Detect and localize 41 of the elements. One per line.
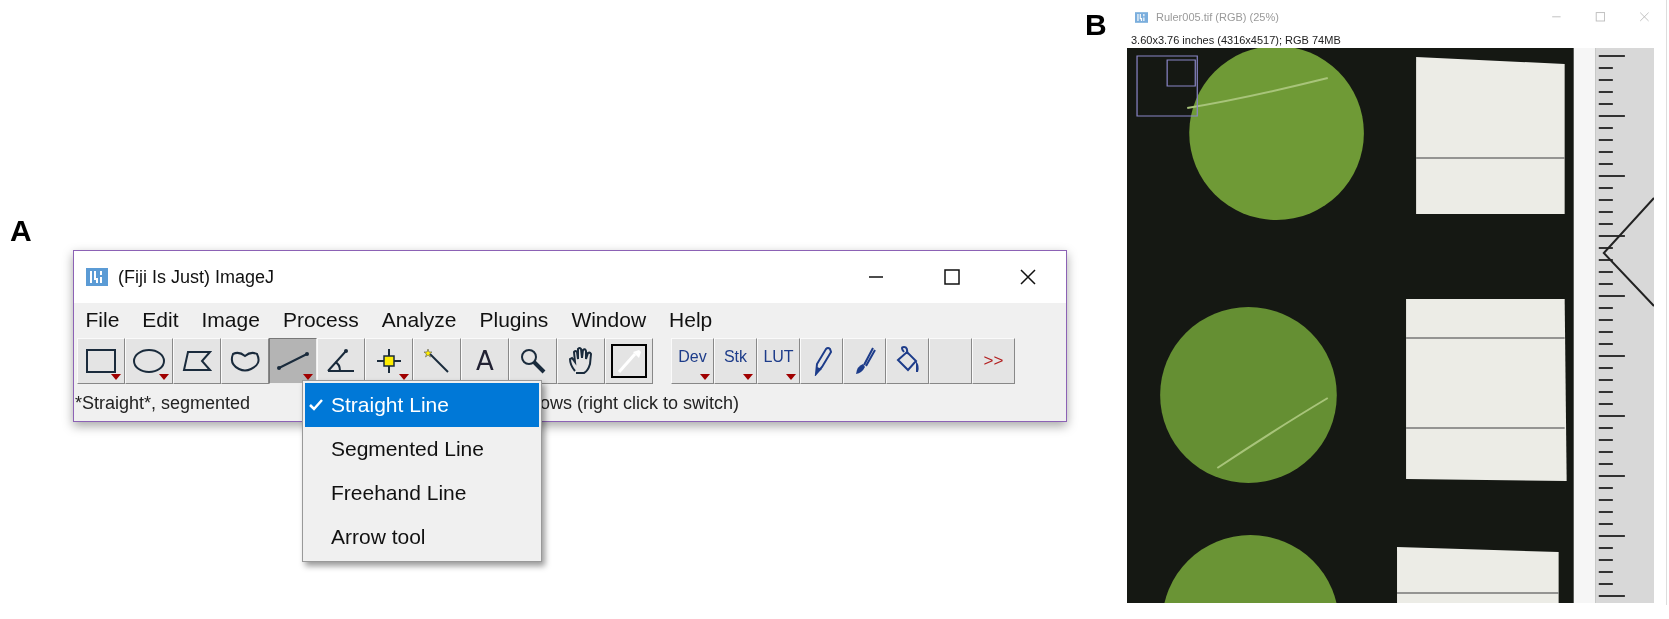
- menu-item[interactable]: File: [74, 305, 131, 335]
- app-icon: [1135, 10, 1148, 24]
- maximize-icon[interactable]: [943, 269, 961, 285]
- status-text: ows (right click to switch): [540, 392, 740, 414]
- line-icon: [276, 351, 310, 371]
- more-tools-button[interactable]: >>: [972, 338, 1015, 384]
- menu-option[interactable]: Arrow tool: [305, 515, 539, 559]
- oval-icon: [132, 348, 166, 374]
- menu-item[interactable]: Analyze: [370, 305, 468, 335]
- blob-icon: [229, 350, 261, 372]
- menu-item[interactable]: Plugins: [468, 305, 560, 335]
- color-picker-button[interactable]: [605, 338, 653, 384]
- menu-option[interactable]: Freehand Line: [305, 471, 539, 515]
- checkmark-icon: [309, 399, 323, 411]
- menu-item[interactable]: Help: [657, 305, 724, 335]
- menu-button[interactable]: Stk: [714, 338, 757, 384]
- window-title: Ruler005.tif (RGB) (25%): [1156, 11, 1279, 23]
- dropper-icon: [611, 344, 647, 378]
- rectangle-icon: [85, 348, 117, 374]
- panel-label: B: [1085, 7, 1108, 43]
- panel-label: A: [10, 213, 32, 249]
- menu-option[interactable]: Segmented Line: [305, 427, 539, 471]
- menu-item[interactable]: Image: [190, 305, 272, 335]
- magnifier-icon: [520, 348, 546, 374]
- close-icon[interactable]: [1019, 269, 1037, 285]
- polygon-icon: [182, 350, 212, 372]
- image-info: 3.60x3.76 inches (4316x4517); RGB 74MB: [1130, 34, 1342, 48]
- app-icon: [86, 266, 108, 288]
- hand-icon: [567, 347, 595, 375]
- menu-button[interactable]: LUT: [757, 338, 800, 384]
- wand-icon: [424, 348, 450, 374]
- window-title: (Fiji Is Just) ImageJ: [118, 266, 275, 288]
- status-text: *Straight*, segmented: [75, 392, 251, 414]
- menu-item[interactable]: Edit: [130, 305, 191, 335]
- angle-icon: [326, 349, 356, 373]
- menu-option[interactable]: Straight Line: [305, 383, 539, 427]
- menu-item[interactable]: Window: [559, 305, 658, 335]
- tool-button[interactable]: [269, 338, 317, 384]
- crosshair-icon: [375, 347, 403, 375]
- menu-button[interactable]: Dev: [671, 338, 714, 384]
- menu-item[interactable]: Process: [271, 305, 371, 335]
